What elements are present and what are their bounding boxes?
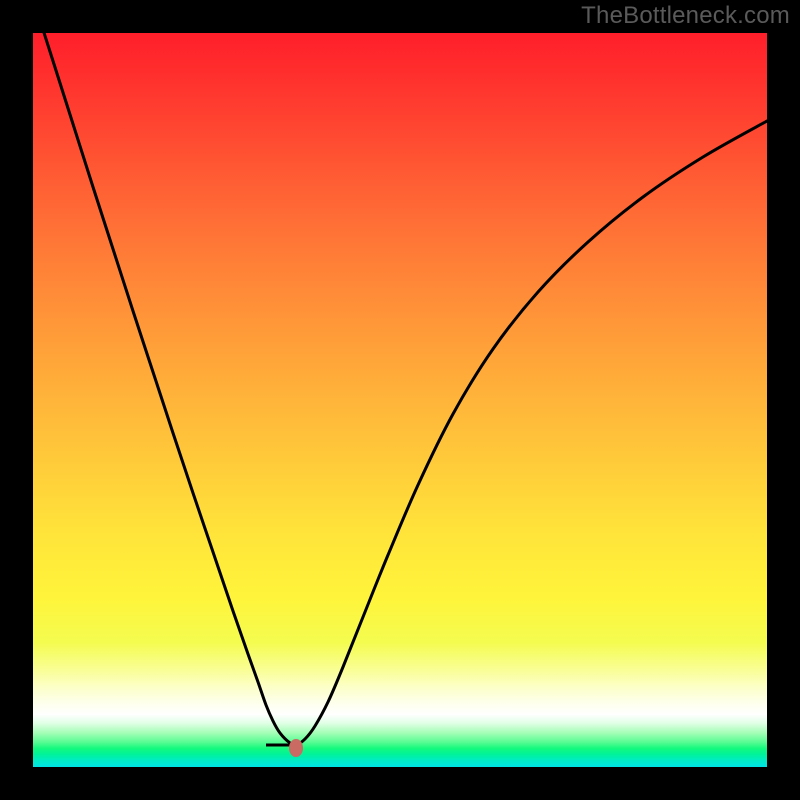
minimum-marker [289, 739, 303, 757]
plot-area [33, 33, 767, 767]
bottleneck-curve [33, 33, 767, 745]
curve-layer [33, 33, 767, 767]
watermark-text: TheBottleneck.com [581, 2, 790, 30]
chart-frame: TheBottleneck.com [0, 0, 800, 800]
